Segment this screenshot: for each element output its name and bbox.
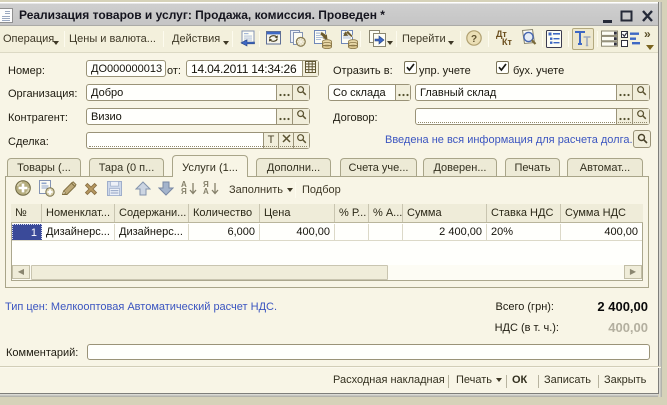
svg-text:?: ?: [471, 34, 477, 45]
